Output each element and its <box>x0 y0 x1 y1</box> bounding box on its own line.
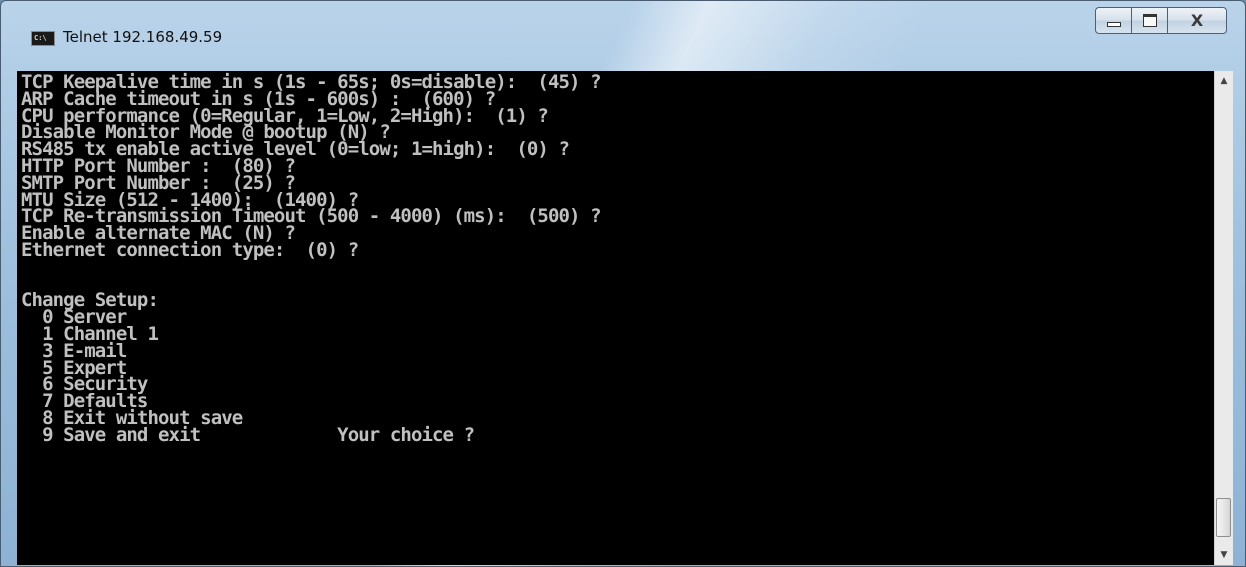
terminal-line: 5 Expert <box>21 356 127 379</box>
close-button[interactable]: X <box>1167 7 1227 34</box>
maximize-button[interactable] <box>1131 7 1167 34</box>
terminal-output[interactable]: TCP Keepalive time in s (1s - 65s; 0s=di… <box>17 71 1214 565</box>
scrollbar-thumb[interactable] <box>1216 498 1231 537</box>
vertical-scrollbar[interactable]: ▲ ▼ <box>1214 71 1233 565</box>
minimize-button[interactable] <box>1095 7 1131 34</box>
minimize-icon <box>1106 22 1121 27</box>
telnet-window: C:\ Telnet 192.168.49.59 X TCP Keepalive… <box>0 0 1246 567</box>
window-controls: X <box>1095 7 1227 34</box>
scroll-down-arrow-icon[interactable]: ▼ <box>1215 545 1233 565</box>
title-bar[interactable]: C:\ Telnet 192.168.49.59 X <box>1 1 1245 59</box>
terminal-line: 6 Security <box>21 373 148 396</box>
console-app-icon: C:\ <box>31 31 55 46</box>
terminal-line: 9 Save and exit Your choice ? <box>21 423 475 446</box>
scroll-up-arrow-icon[interactable]: ▲ <box>1215 71 1233 91</box>
terminal-line: 1 Channel 1 <box>21 322 159 345</box>
terminal-line: Ethernet connection type: (0) ? <box>21 238 359 261</box>
close-icon: X <box>1190 11 1204 30</box>
window-title: Telnet 192.168.49.59 <box>63 28 223 46</box>
terminal-line: 3 E-mail <box>21 339 127 362</box>
terminal-line: 0 Server <box>21 306 127 329</box>
maximize-icon <box>1142 14 1157 27</box>
terminal-line: Change Setup: <box>21 289 159 312</box>
